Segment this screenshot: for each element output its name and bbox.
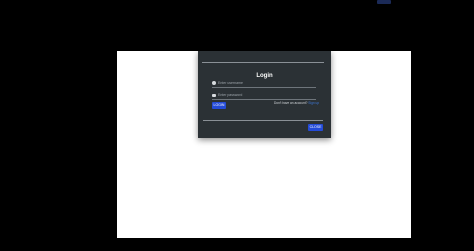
username-field[interactable] [212, 79, 316, 88]
account-prompt-text: Don't have an account? [274, 101, 308, 105]
password-field[interactable] [212, 91, 316, 100]
top-nav-button[interactable] [377, 0, 391, 4]
lock-icon [212, 94, 216, 97]
account-prompt: Don't have an account? Sign up [274, 101, 319, 106]
signup-link[interactable]: Sign up [308, 101, 319, 105]
modal-bottom-divider [203, 120, 323, 121]
app-window: Login LOGIN Don't have an account? Sign … [0, 0, 474, 251]
login-button[interactable]: LOGIN [212, 102, 226, 109]
close-button[interactable]: CLOSE [308, 124, 323, 131]
modal-top-divider [202, 62, 324, 63]
user-icon [212, 81, 216, 85]
password-input[interactable] [218, 91, 314, 99]
login-modal: Login LOGIN Don't have an account? Sign … [198, 51, 331, 138]
username-input[interactable] [218, 79, 314, 87]
